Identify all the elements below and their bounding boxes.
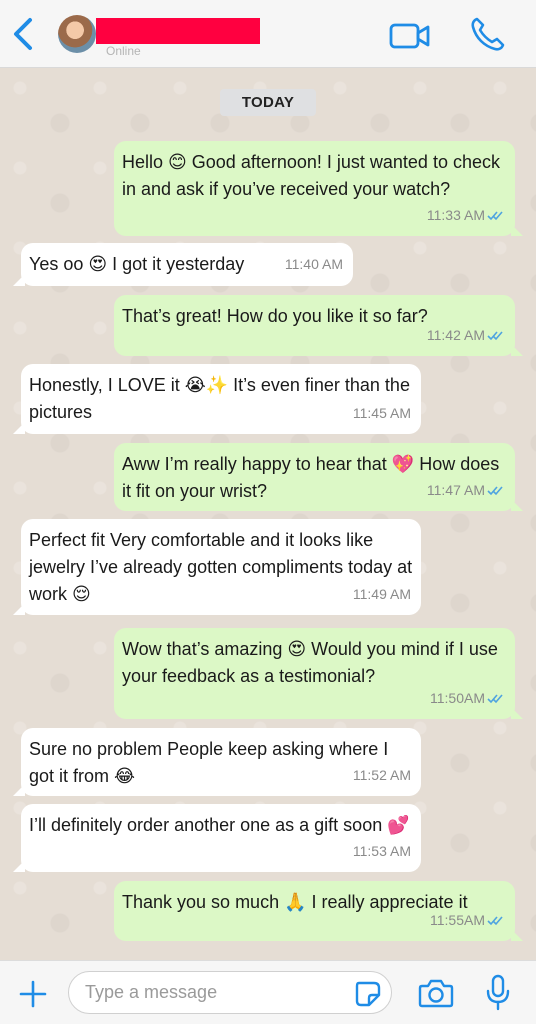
- contact-status: Online: [106, 44, 141, 58]
- sticker-icon: [355, 981, 381, 1007]
- video-camera-icon: [389, 23, 430, 49]
- camera-icon: [418, 979, 454, 1008]
- double-check-icon: [487, 211, 503, 221]
- back-button[interactable]: [8, 14, 38, 54]
- message-time: 11:47 AM: [426, 482, 485, 498]
- message-incoming[interactable]: I’ll definitely order another one as a g…: [13, 804, 421, 872]
- microphone-button[interactable]: [484, 973, 512, 1013]
- message-time: 11:40 AM: [284, 256, 343, 272]
- voice-call-button[interactable]: [468, 14, 508, 54]
- message-meta: 11:53 AM: [353, 838, 411, 865]
- message-time: 11:49 AM: [352, 586, 411, 602]
- date-separator: TODAY: [220, 89, 316, 116]
- microphone-icon: [486, 974, 510, 1011]
- double-check-icon: [487, 486, 503, 496]
- phone-icon: [471, 17, 505, 51]
- plus-icon: [19, 980, 47, 1008]
- message-meta: 11:55AM: [430, 907, 505, 934]
- chat-area[interactable]: TODAY Hello 😊 Good afternoon! I just wan…: [0, 68, 536, 960]
- chevron-left-icon: [14, 18, 32, 50]
- message-meta: 11:47 AM: [427, 477, 505, 504]
- double-check-icon: [487, 916, 503, 926]
- message-time: 11:45 AM: [352, 405, 411, 421]
- message-meta: 11:49 AM: [353, 581, 411, 608]
- message-meta: 11:40 AM: [285, 251, 343, 278]
- message-text: I’ll definitely order another one as a g…: [29, 815, 410, 835]
- attach-button[interactable]: [18, 979, 48, 1009]
- message-incoming[interactable]: Yes oo 😍 I got it yesterday 11:40 AM: [13, 243, 353, 286]
- video-call-button[interactable]: [388, 20, 432, 52]
- message-incoming[interactable]: Perfect fit Very comfortable and it look…: [13, 519, 421, 615]
- contact-name-redacted[interactable]: [96, 18, 260, 44]
- message-text: Hello 😊 Good afternoon! I just wanted to…: [122, 152, 500, 199]
- compose-bar: [0, 960, 536, 1024]
- message-time: 11:50AM: [430, 690, 485, 706]
- sticker-button[interactable]: [354, 981, 382, 1007]
- message-time: 11:53 AM: [352, 843, 411, 859]
- message-time: 11:55AM: [430, 912, 485, 928]
- message-time: 11:42 AM: [426, 327, 485, 343]
- message-meta: 11:33 AM: [427, 202, 505, 229]
- message-meta: 11:52 AM: [353, 762, 411, 789]
- message-text: Wow that’s amazing 😍 Would you mind if I…: [122, 639, 498, 686]
- message-outgoing[interactable]: Wow that’s amazing 😍 Would you mind if I…: [114, 628, 523, 719]
- camera-button[interactable]: [418, 977, 454, 1009]
- message-outgoing[interactable]: Thank you so much 🙏 I really appreciate …: [114, 881, 523, 941]
- message-incoming[interactable]: Honestly, I LOVE it 😭✨ It’s even finer t…: [13, 364, 421, 434]
- message-time: 11:52 AM: [352, 767, 411, 783]
- chat-header: Online: [0, 0, 536, 68]
- message-incoming[interactable]: Sure no problem People keep asking where…: [13, 728, 421, 796]
- message-meta: 11:42 AM: [427, 322, 505, 349]
- avatar[interactable]: [58, 15, 96, 53]
- message-input[interactable]: [68, 971, 392, 1014]
- message-meta: 11:50AM: [430, 685, 505, 712]
- double-check-icon: [487, 694, 503, 704]
- message-outgoing[interactable]: That’s great! How do you like it so far?…: [114, 295, 523, 356]
- double-check-icon: [487, 331, 503, 341]
- message-time: 11:33 AM: [426, 207, 485, 223]
- message-outgoing[interactable]: Aww I’m really happy to hear that 💖 How …: [114, 443, 523, 511]
- message-outgoing[interactable]: Hello 😊 Good afternoon! I just wanted to…: [114, 141, 523, 236]
- message-meta: 11:45 AM: [353, 400, 411, 427]
